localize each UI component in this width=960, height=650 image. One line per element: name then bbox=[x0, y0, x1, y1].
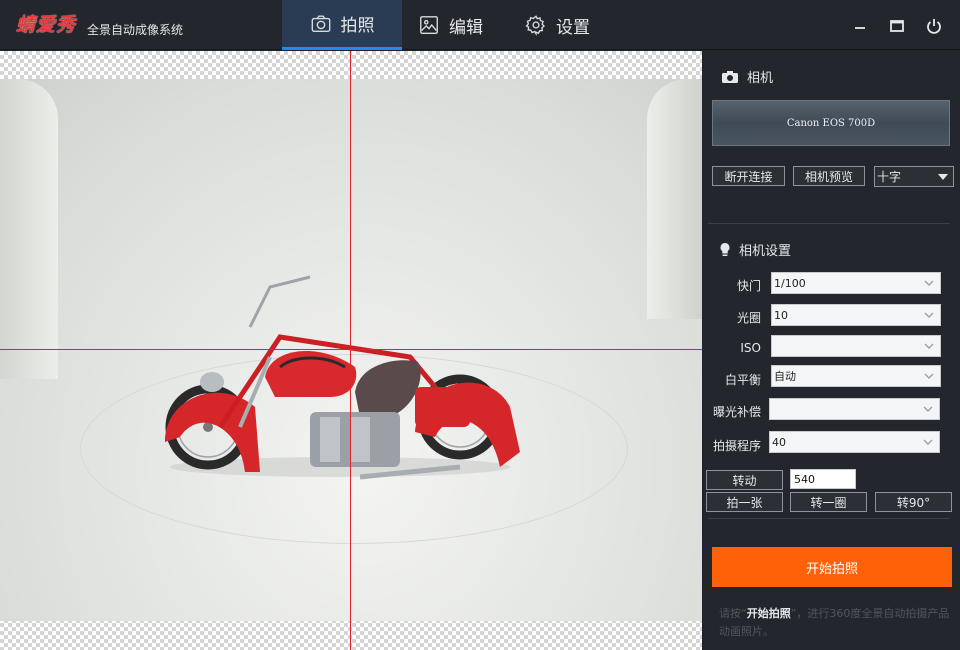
aperture-label: 光圈 bbox=[736, 311, 761, 325]
motorcycle-image bbox=[165, 275, 520, 480]
app-subtitle: 全景自动成像系统 bbox=[87, 23, 184, 37]
gear-icon bbox=[525, 15, 545, 36]
tab-edit[interactable]: 编辑 bbox=[418, 0, 498, 50]
camera-model-display: Canon EOS 700D bbox=[712, 100, 950, 146]
aperture-value: 10 bbox=[774, 308, 788, 322]
shoot-one-button[interactable]: 拍一张 bbox=[706, 492, 783, 512]
rotate-value-input[interactable] bbox=[790, 469, 856, 489]
camera-section-label: 相机 bbox=[747, 71, 774, 86]
camera-icon bbox=[311, 15, 330, 32]
aperture-select[interactable]: 10 bbox=[771, 304, 941, 326]
caret-down-icon bbox=[938, 174, 948, 180]
camera-preview-viewer[interactable] bbox=[0, 51, 702, 650]
backdrop-left bbox=[0, 79, 58, 379]
shutter-value: 1/100 bbox=[774, 276, 806, 290]
backdrop-right bbox=[647, 79, 702, 319]
white-balance-value: 自动 bbox=[774, 370, 796, 383]
tab-settings-label: 设置 bbox=[556, 17, 590, 38]
control-panel: 相机 Canon EOS 700D 断开连接 相机预览 十字 相机设置 快门 1… bbox=[703, 51, 960, 650]
hint-highlight: 开始拍照 bbox=[746, 607, 791, 620]
white-balance-label: 白平衡 bbox=[724, 373, 761, 387]
lightbulb-icon bbox=[720, 242, 730, 256]
rotate-circle-button[interactable]: 转一圈 bbox=[790, 492, 867, 512]
start-shooting-button[interactable]: 开始拍照 bbox=[712, 547, 952, 587]
disconnect-button[interactable]: 断开连接 bbox=[712, 166, 785, 186]
exposure-comp-select[interactable] bbox=[769, 398, 940, 420]
shutter-select[interactable]: 1/100 bbox=[771, 272, 941, 294]
shutter-label: 快门 bbox=[736, 279, 761, 293]
divider bbox=[708, 518, 950, 519]
exposure-comp-label: 曝光补偿 bbox=[712, 405, 761, 419]
minimize-button[interactable] bbox=[851, 17, 869, 35]
app-logo: 蜻爱秀 bbox=[16, 14, 77, 36]
chevron-down-icon bbox=[923, 404, 933, 414]
overlay-mode-value: 十字 bbox=[877, 170, 902, 184]
camera-settings-title: 相机设置 bbox=[719, 240, 791, 259]
tab-edit-label: 编辑 bbox=[449, 17, 483, 38]
maximize-icon bbox=[890, 20, 904, 32]
camera-icon bbox=[722, 70, 738, 83]
rotate-90-button[interactable]: 转90° bbox=[875, 492, 952, 512]
iso-select[interactable] bbox=[771, 335, 941, 357]
hint-prefix: 请按“ bbox=[719, 607, 747, 620]
iso-label: ISO bbox=[740, 341, 761, 355]
divider bbox=[708, 223, 950, 224]
power-icon bbox=[927, 19, 941, 34]
camera-section-title: 相机 bbox=[721, 67, 773, 86]
camera-preview-button[interactable]: 相机预览 bbox=[793, 166, 865, 186]
chevron-down-icon bbox=[924, 310, 934, 320]
rotate-button[interactable]: 转动 bbox=[706, 470, 783, 490]
white-balance-select[interactable]: 自动 bbox=[771, 365, 941, 387]
minimize-icon bbox=[855, 27, 865, 29]
chevron-down-icon bbox=[924, 371, 934, 381]
tab-shoot[interactable]: 拍照 bbox=[282, 0, 402, 50]
tab-shoot-label: 拍照 bbox=[340, 16, 375, 36]
chevron-down-icon bbox=[924, 278, 934, 288]
top-bar: 蜻爱秀 全景自动成像系统 拍照 编辑 设置 bbox=[0, 0, 960, 50]
hint-text: 请按“开始拍照”，进行360度全景自动拍摄产品动画照片。 bbox=[719, 605, 951, 641]
crosshair-vertical bbox=[350, 51, 351, 650]
image-icon bbox=[420, 16, 438, 34]
overlay-mode-select[interactable]: 十字 bbox=[874, 166, 954, 187]
preview-photo bbox=[0, 79, 702, 621]
shooting-program-select[interactable]: 40 bbox=[769, 431, 940, 453]
chevron-down-icon bbox=[923, 437, 933, 447]
crosshair-horizontal bbox=[0, 349, 702, 350]
shooting-program-label: 拍摄程序 bbox=[712, 439, 761, 453]
shooting-program-value: 40 bbox=[772, 435, 786, 449]
camera-settings-label: 相机设置 bbox=[739, 244, 792, 259]
maximize-button[interactable] bbox=[888, 17, 906, 35]
tab-settings[interactable]: 设置 bbox=[525, 0, 605, 50]
power-button[interactable] bbox=[925, 17, 943, 35]
chevron-down-icon bbox=[924, 341, 934, 351]
